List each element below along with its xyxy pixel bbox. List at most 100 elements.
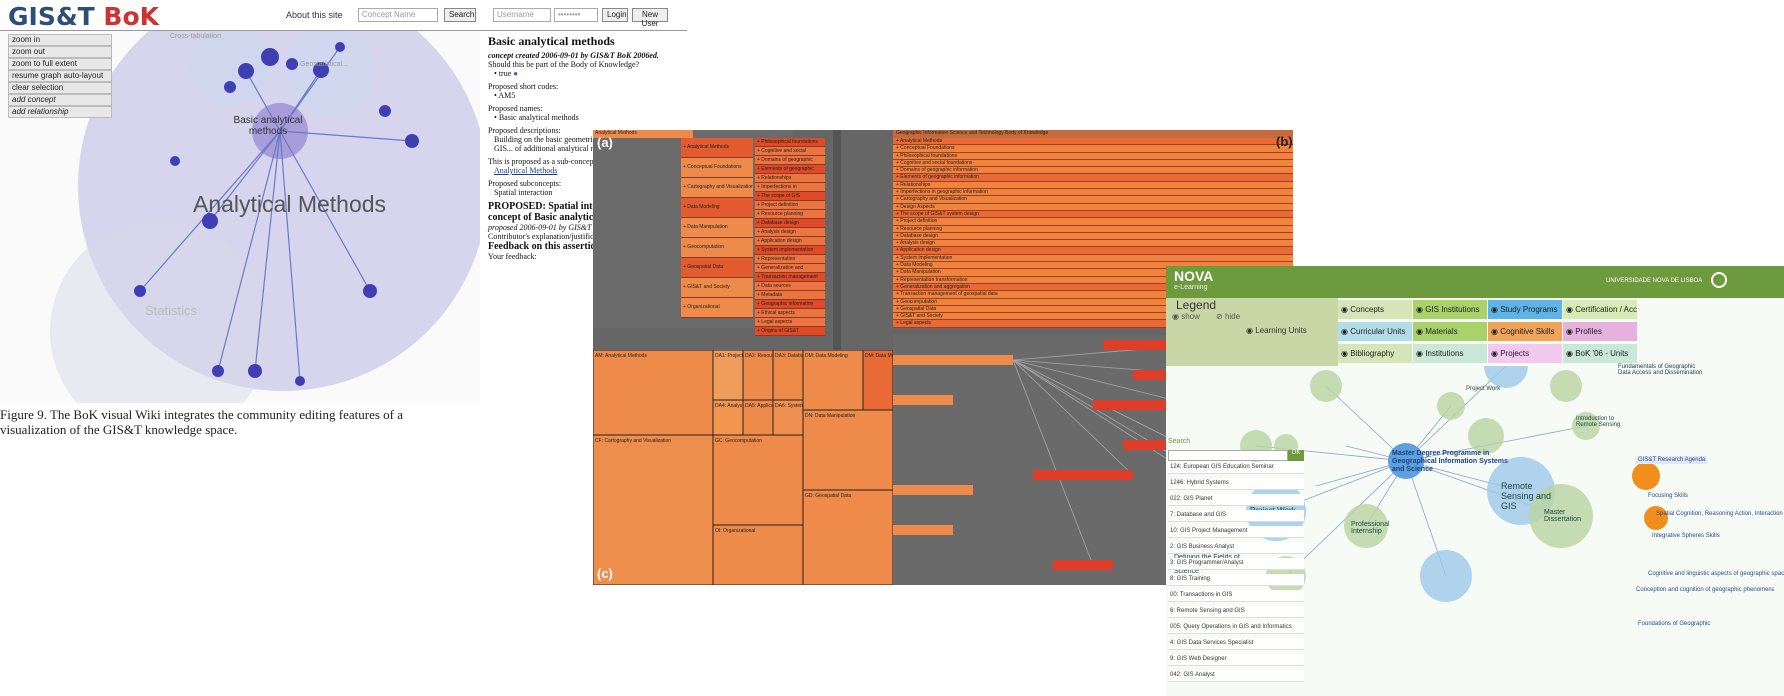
tree-b-node[interactable]: + Philosophical foundations (893, 152, 1293, 160)
tree-node[interactable]: + Elements of geographic (755, 165, 825, 174)
search-button[interactable]: Search (444, 8, 476, 22)
master-dissertation-node[interactable]: Master Dissertation (1544, 509, 1594, 523)
side-note[interactable]: Spatial Cognition, Reasoning Action, Int… (1654, 510, 1784, 518)
zoom-full-extent-button[interactable]: zoom to full extent (8, 58, 112, 70)
legend-item[interactable]: ◉ Cognitive Skills (1488, 322, 1562, 341)
tree-b-node[interactable]: + Cognitive and social foundations (893, 159, 1293, 168)
search-ok-button[interactable]: OK (1288, 450, 1304, 461)
tree-b-node[interactable]: + Design Aspects (893, 203, 1293, 211)
tree-node[interactable]: + Transaction management (755, 273, 825, 282)
tree-node[interactable]: + Application design (755, 237, 825, 246)
legend-item[interactable]: ◉ Profiles (1563, 322, 1637, 341)
search-result-item[interactable]: 9: GIS Web Designer (1168, 654, 1304, 666)
add-concept-button[interactable]: add concept (8, 94, 112, 106)
side-note[interactable]: Conception and cognition of geographic p… (1634, 586, 1774, 594)
legend-item[interactable]: ◉ GIS Institutions (1413, 300, 1487, 319)
tree-node[interactable]: + Origins of GIS&T (755, 327, 825, 336)
tree-node[interactable]: + Legal aspects (755, 318, 825, 327)
tree-b-node[interactable]: + Project definition (893, 218, 1293, 226)
search-result-item[interactable]: 8: GIS Training (1168, 574, 1304, 586)
tree-b-node[interactable]: + Database design (893, 232, 1293, 241)
side-note[interactable]: GIS&T Research Agenda (1636, 456, 1708, 464)
side-note[interactable]: Foundations of Geographic (1636, 620, 1712, 628)
search-result-item[interactable]: 1246: Hybrid Systems (1168, 478, 1304, 490)
tree-b-node[interactable]: + Analytical Methods (893, 138, 1293, 146)
tree-node[interactable]: + Geographic information (755, 300, 825, 309)
tree-node[interactable]: + Database design (755, 219, 825, 228)
search-result-item[interactable]: 022: GIS Planet (1168, 494, 1304, 506)
tree-b-node[interactable]: + Domains of geographic information (893, 167, 1293, 175)
legend-item[interactable]: ◉ Bibliography (1338, 344, 1412, 363)
tree-node[interactable]: + Philosophical foundations (755, 138, 825, 147)
tree-b-node[interactable]: + The scope of GIS&T system design (893, 210, 1293, 219)
tree-node[interactable]: + Geospatial Data (681, 258, 753, 278)
password-input[interactable]: •••••••• (554, 8, 598, 22)
about-link[interactable]: About this site (286, 10, 343, 20)
new-user-button[interactable]: New User (632, 8, 668, 28)
side-note[interactable]: Integrative Spheres Skills (1650, 532, 1722, 540)
legend-item[interactable]: ◉ Curricular Units (1338, 322, 1412, 341)
tree-node[interactable]: + Cartography and Visualization (681, 178, 753, 198)
legend-item[interactable]: ◉ Projects (1488, 344, 1562, 363)
master-degree-node[interactable]: Master Degree Programme in Geographical … (1392, 450, 1512, 474)
add-relationship-button[interactable]: add relationship (8, 106, 112, 118)
search-result-item[interactable]: 3: GIS Programmer/Analyst (1168, 558, 1304, 570)
tree-b-node[interactable]: + Analysis design (893, 240, 1293, 248)
tree-b-node[interactable]: + Elements of geographic information (893, 174, 1293, 182)
tree-node[interactable]: + Analysis design (755, 228, 825, 237)
legend-show-toggle[interactable]: ◉ show (1172, 312, 1200, 321)
legend-item[interactable]: ◉ Certification / Accreditation (1563, 300, 1637, 319)
tree-node[interactable]: + The scope of GIS (755, 192, 825, 201)
statistics-label[interactable]: Statistics (145, 303, 197, 318)
tree-node[interactable]: + Metadata (755, 291, 825, 300)
tree-node[interactable]: + Cognitive and social (755, 147, 825, 156)
tree-b-node[interactable]: + Relationships (893, 181, 1293, 190)
tree-node[interactable]: + Project definition (755, 201, 825, 210)
login-button[interactable]: Login (602, 8, 628, 22)
tree-node[interactable]: + Relationships (755, 174, 825, 183)
tree-b-node[interactable]: + System implementation (893, 254, 1293, 263)
resume-layout-button[interactable]: resume graph auto-layout (8, 70, 112, 82)
username-input[interactable]: Username (493, 8, 551, 22)
tree-node[interactable]: + System implementation (755, 246, 825, 255)
tree-b-node[interactable]: + Resource planning (893, 225, 1293, 233)
side-note[interactable]: Focusing Skills (1646, 492, 1690, 500)
legend-item[interactable]: ◉ Concepts (1338, 300, 1412, 319)
remote-sensing-node[interactable]: Remote Sensing and GIS (1501, 481, 1561, 511)
tree-node[interactable]: + GIS&T and Society (681, 278, 753, 298)
tree-node[interactable]: + Data Modeling (681, 198, 753, 218)
tree-node[interactable]: + Conceptual Foundations (681, 158, 753, 178)
tree-node[interactable]: + Data Manipulation (681, 218, 753, 238)
search-result-item[interactable]: 00: Transactions in GIS (1168, 590, 1304, 602)
internship-node[interactable]: Professional Internship (1351, 521, 1391, 535)
project-work-node-2[interactable]: Project Work (1466, 386, 1526, 392)
tree-b-node[interactable]: + Conceptual Foundations (893, 145, 1293, 153)
legend-item[interactable]: ◉ Institutions (1413, 344, 1487, 363)
concept-name-input[interactable]: Concept Name (358, 8, 438, 22)
search-input[interactable] (1168, 450, 1288, 461)
search-result-item[interactable]: 2: GIS Business Analyst (1168, 542, 1304, 554)
clear-selection-button[interactable]: clear selection (8, 82, 112, 94)
search-result-item[interactable]: 005: Query Operations in GIS and Informa… (1168, 622, 1304, 634)
tree-node[interactable]: + Resource planning (755, 210, 825, 219)
tree-node[interactable]: + Ethical aspects (755, 309, 825, 318)
zoom-out-button[interactable]: zoom out (8, 46, 112, 58)
search-result-item[interactable]: 042: GIS Analyst (1168, 670, 1304, 682)
tree-b-node[interactable]: + Imperfections in geographic informatio… (893, 189, 1293, 197)
tree-node[interactable]: + Generalization and (755, 264, 825, 273)
search-result-item[interactable]: 4: GIS Data Services Specialist (1168, 638, 1304, 650)
tree-b-node[interactable]: + Cartography and Visualization (893, 196, 1293, 204)
side-note[interactable]: Cognitive and linguistic aspects of geog… (1646, 570, 1784, 578)
search-result-item[interactable]: 124: European GIS Education Seminar (1168, 462, 1304, 474)
search-result-item[interactable]: 7: Database and GIS (1168, 510, 1304, 522)
tree-node[interactable]: + Domains of geographic (755, 156, 825, 165)
tree-node[interactable]: + Data sources (755, 282, 825, 291)
tree-b-node[interactable]: + Application design (893, 247, 1293, 255)
tree-node[interactable]: + Representation (755, 255, 825, 264)
info-icon[interactable]: ● (513, 69, 518, 78)
tree-node[interactable]: + Organizational (681, 298, 753, 318)
basic-methods-label[interactable]: Basic analytical methods (218, 115, 318, 137)
tree-node[interactable]: + Analytical Methods (681, 138, 753, 158)
learning-units-toggle[interactable]: ◉ Learning Units (1246, 326, 1307, 335)
legend-item[interactable]: ◉ BoK '06 - Units (1563, 344, 1637, 363)
